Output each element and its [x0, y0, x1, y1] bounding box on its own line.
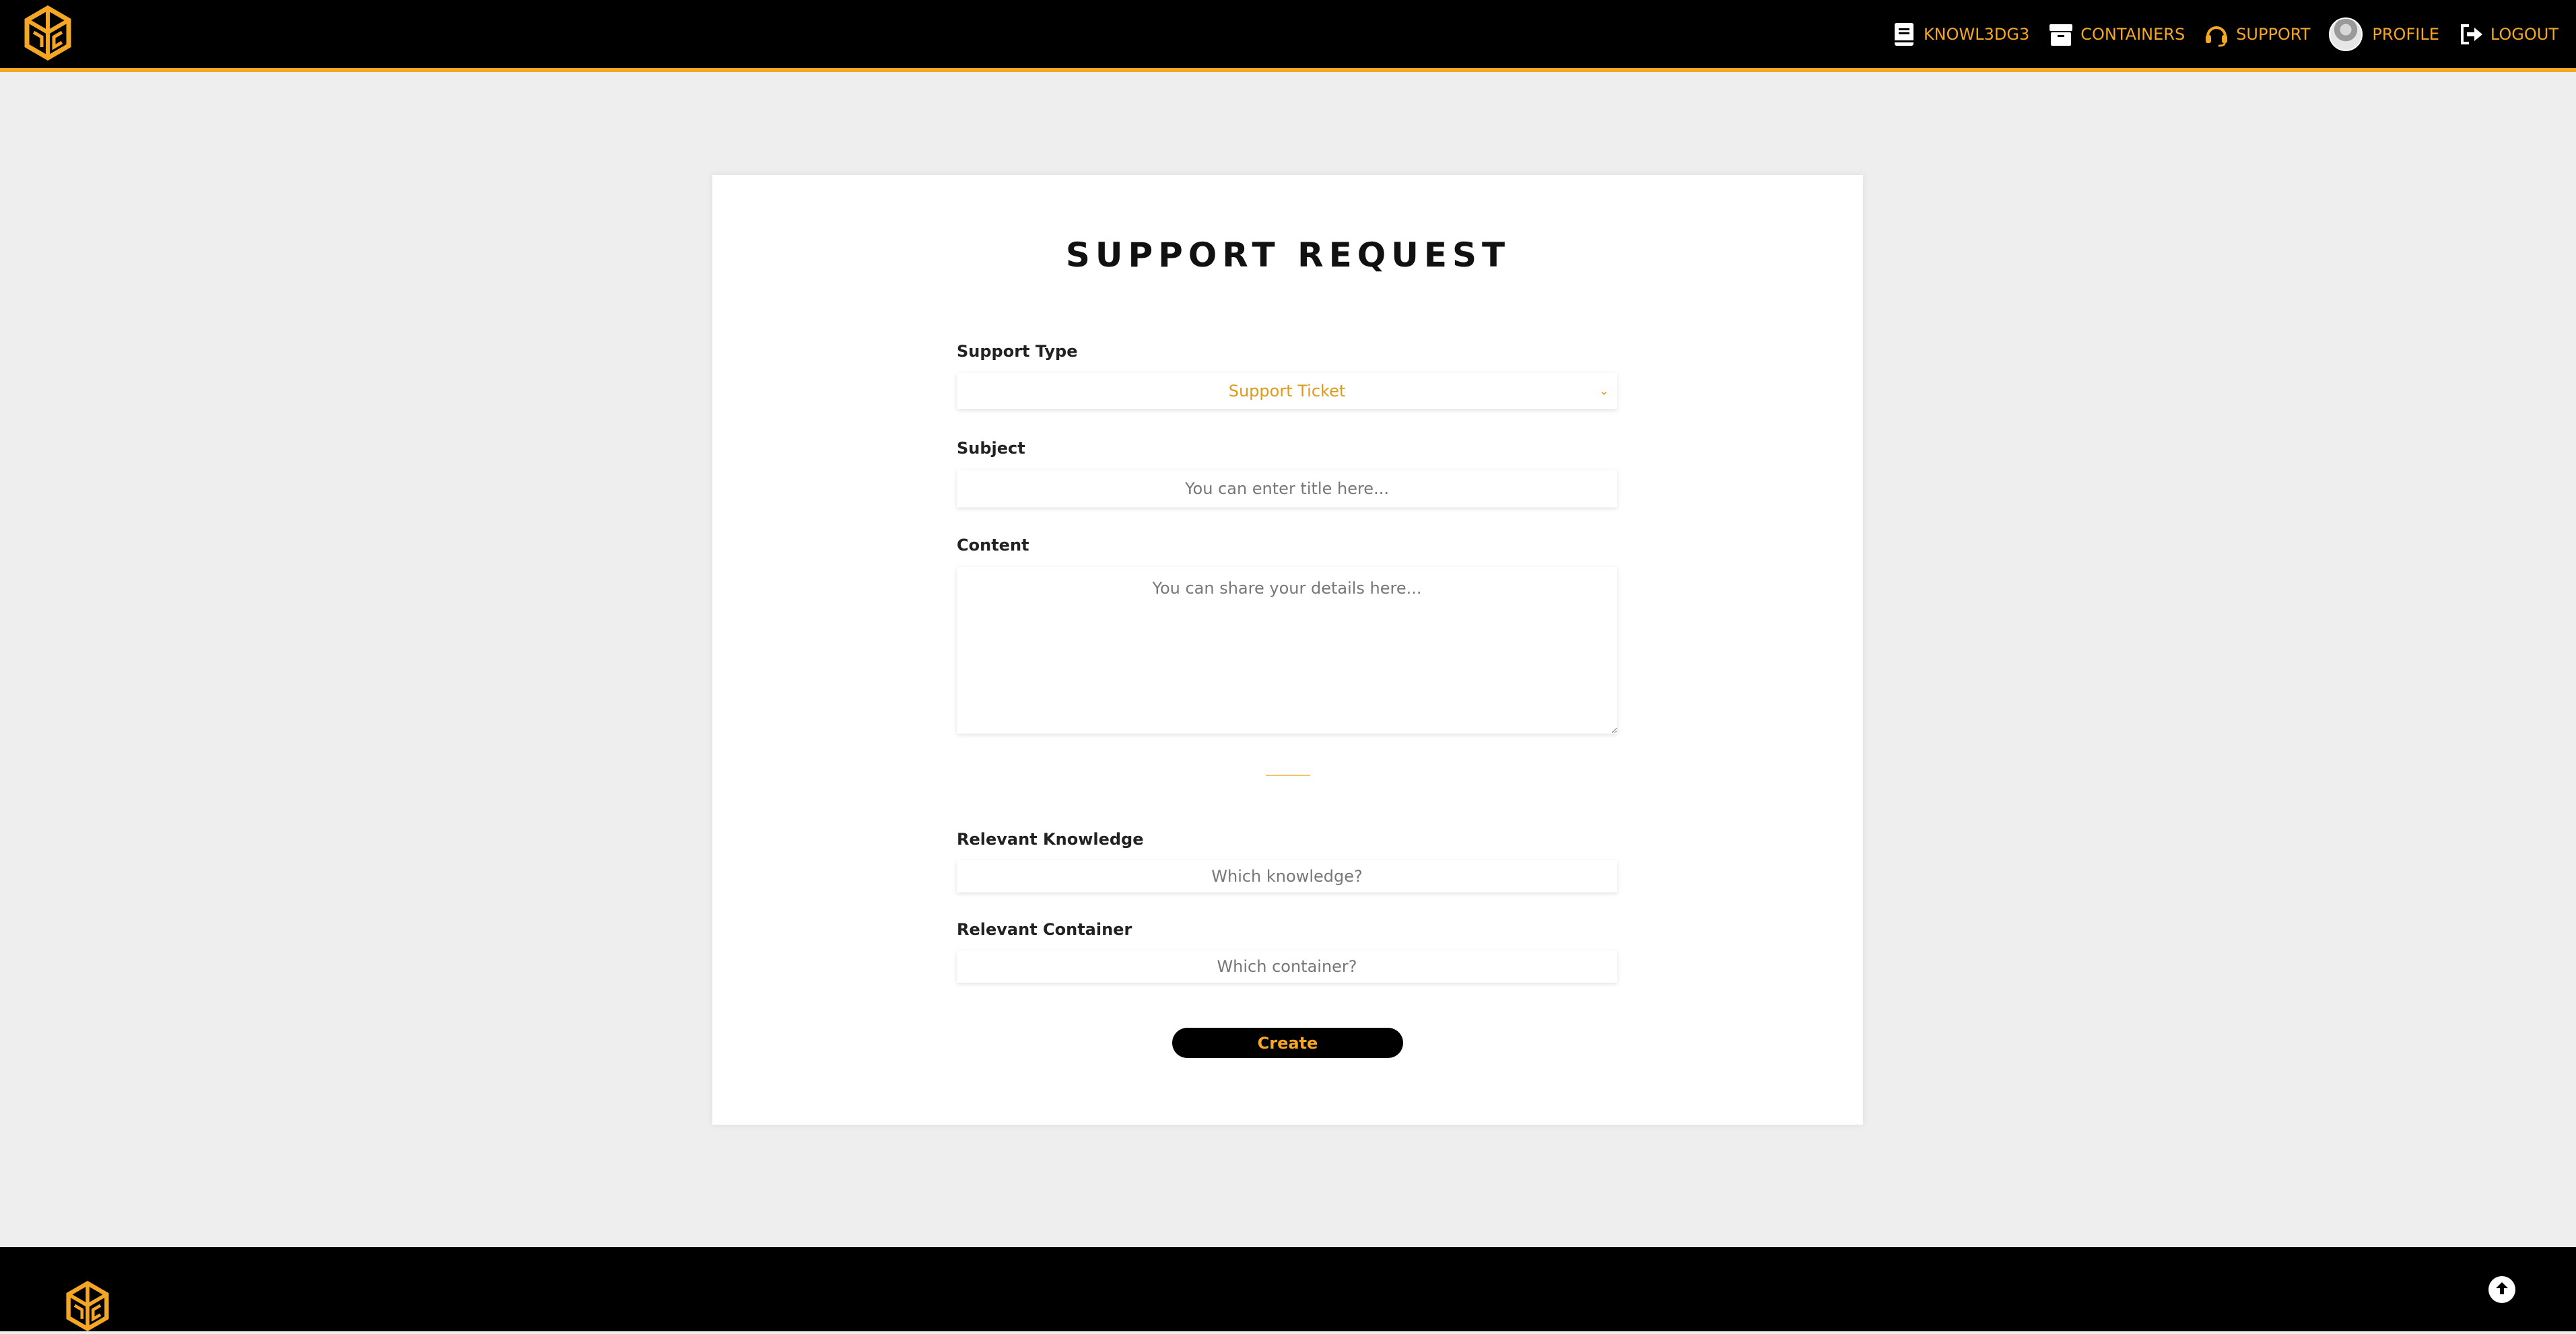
section-divider [1266, 775, 1310, 776]
headset-icon [2204, 22, 2229, 47]
nav-support[interactable]: SUPPORT [2204, 22, 2310, 47]
scroll-to-top-button[interactable] [2488, 1276, 2515, 1303]
subject-input[interactable] [957, 470, 1617, 507]
nav-knowledge-label: KNOWL3DG3 [1923, 24, 2030, 44]
nav-logout-label: LOGOUT [2490, 24, 2558, 44]
container-input[interactable] [957, 950, 1617, 983]
support-type-select[interactable]: Support Ticket ⌄ [957, 373, 1617, 409]
nav-profile-label: PROFILE [2372, 24, 2439, 44]
support-type-value: Support Ticket [1228, 382, 1346, 400]
nav-containers[interactable]: CONTAINERS [2048, 22, 2185, 47]
container-label: Relevant Container [957, 920, 1132, 939]
nav-containers-label: CONTAINERS [2080, 24, 2185, 44]
nav-support-label: SUPPORT [2236, 24, 2311, 44]
subject-label: Subject [957, 439, 1025, 458]
main-nav: KNOWL3DG3 CONTAINERS SUPPORT PROFILE LOG… [1872, 0, 2558, 68]
nav-logout[interactable]: LOGOUT [2458, 22, 2558, 47]
content-textarea[interactable] [957, 567, 1617, 734]
logout-icon [2458, 22, 2484, 47]
support-type-label: Support Type [957, 342, 1078, 361]
nav-profile[interactable]: PROFILE [2329, 17, 2439, 51]
book-icon [1891, 22, 1917, 47]
page-title: SUPPORT REQUEST [1065, 236, 1511, 275]
top-navbar: KNOWL3DG3 CONTAINERS SUPPORT PROFILE LOG… [0, 0, 2576, 72]
arrow-up-icon [2494, 1280, 2510, 1299]
avatar [2329, 17, 2363, 51]
content-label: Content [957, 536, 1029, 555]
nav-knowledge[interactable]: KNOWL3DG3 [1891, 22, 2029, 47]
footer [0, 1247, 2576, 1332]
footer-logo[interactable] [62, 1280, 113, 1332]
knowledge-input[interactable] [957, 860, 1617, 892]
knowledge-label: Relevant Knowledge [957, 830, 1144, 849]
create-button[interactable]: Create [1172, 1028, 1403, 1058]
box-icon [2048, 22, 2074, 47]
chevron-down-icon: ⌄ [1598, 384, 1609, 398]
home-logo[interactable] [24, 5, 71, 61]
